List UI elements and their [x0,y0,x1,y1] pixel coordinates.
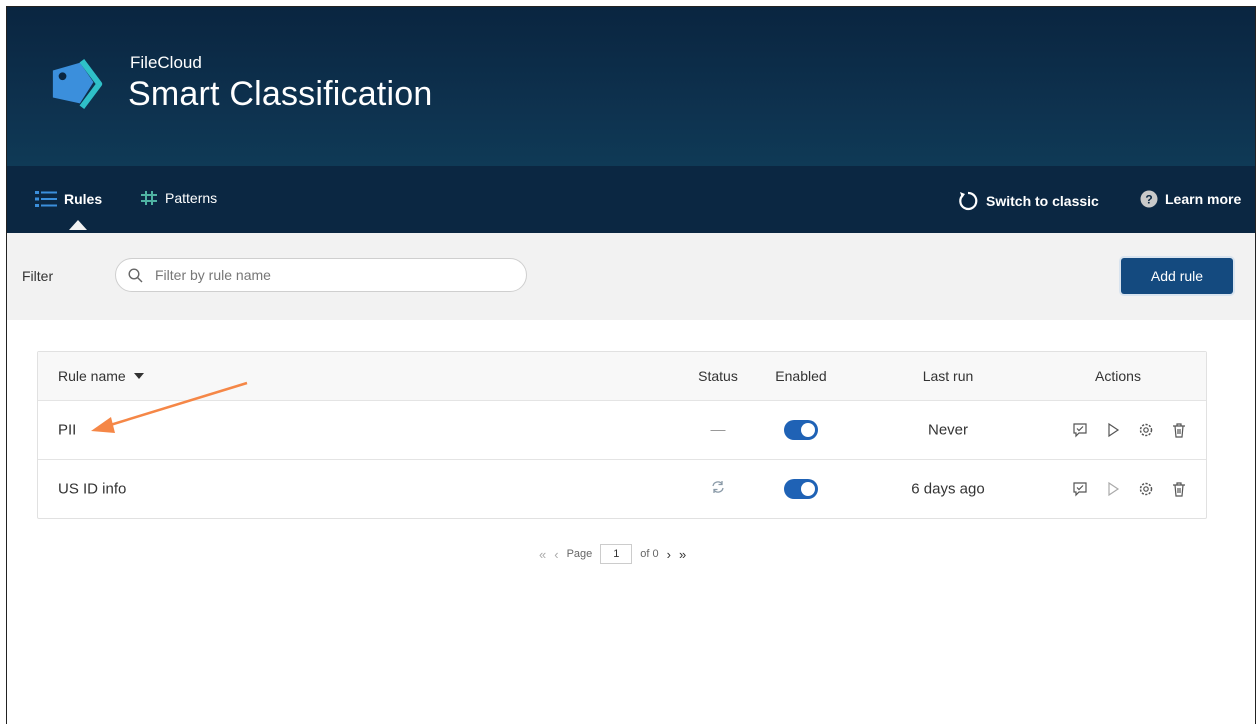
top-nav: Rules Patterns Switch to classic ? Learn… [7,166,1255,233]
enabled-toggle[interactable] [784,479,818,499]
search-icon [128,267,143,282]
list-icon [35,191,57,207]
page-input[interactable]: 1 [600,544,633,564]
status-syncing-icon [693,479,743,499]
review-icon[interactable] [1072,422,1088,438]
settings-icon[interactable] [1138,422,1154,438]
prev-page-icon[interactable]: ‹ [554,547,558,562]
pagination: « ‹ Page 1 of 0 › » [539,544,686,564]
app-frame: FileCloud Smart Classification Rules Pat… [6,6,1256,724]
rule-name[interactable]: US ID info [58,481,126,498]
next-page-icon[interactable]: › [667,547,671,562]
pattern-icon [141,191,157,205]
last-page-icon[interactable]: » [679,547,686,562]
tab-rules-label: Rules [64,191,103,207]
page-total: of 0 [640,548,659,560]
refresh-icon [959,191,978,211]
filecloud-logo-icon [52,59,103,109]
last-run: 6 days ago [911,480,985,498]
table-row[interactable]: US ID info 6 days ago [38,460,1206,518]
add-rule-button[interactable]: Add rule [1121,258,1233,294]
col-status: Status [698,368,738,384]
col-rule-name-label: Rule name [58,368,126,384]
delete-icon[interactable] [1171,481,1187,497]
col-enabled: Enabled [775,368,827,384]
switch-label: Switch to classic [986,193,1099,209]
delete-icon[interactable] [1171,422,1187,438]
switch-to-classic-button[interactable]: Switch to classic [957,190,1099,212]
tab-patterns[interactable]: Patterns [140,190,217,206]
enabled-toggle[interactable] [784,420,818,440]
sort-down-icon [133,373,144,379]
app-header: FileCloud Smart Classification [7,7,1255,166]
learn-label: Learn more [1165,191,1242,207]
learn-more-link[interactable]: ? Learn more [1140,190,1241,208]
filter-search [115,258,527,292]
rule-name[interactable]: PII [58,422,76,439]
row-actions [1072,422,1187,438]
col-actions: Actions [1095,368,1141,384]
tab-rules[interactable]: Rules [35,190,102,208]
settings-icon[interactable] [1138,481,1154,497]
tab-patterns-label: Patterns [165,190,218,206]
page-title: Smart Classification [128,75,433,113]
review-icon[interactable] [1072,481,1088,497]
status-none: — [710,421,726,439]
page-label: Page [566,548,593,560]
col-rule-name[interactable]: Rule name [58,368,144,384]
rules-table: Rule name Status Enabled Last run Action… [37,351,1207,519]
filter-bar: Filter Add rule [7,233,1255,320]
active-tab-indicator [69,220,87,230]
run-icon[interactable] [1105,481,1121,497]
first-page-icon[interactable]: « [539,547,546,562]
run-icon[interactable] [1105,422,1121,438]
filter-input[interactable] [153,266,517,284]
brand-name: FileCloud [130,53,202,72]
table-row[interactable]: PII — Never [38,401,1206,460]
help-icon: ? [1140,190,1158,208]
svg-text:?: ? [1145,193,1152,207]
last-run: Never [927,421,968,439]
col-last-run: Last run [922,368,974,384]
row-actions [1072,481,1187,497]
table-header: Rule name Status Enabled Last run Action… [38,352,1206,401]
filter-label: Filter [22,268,54,284]
